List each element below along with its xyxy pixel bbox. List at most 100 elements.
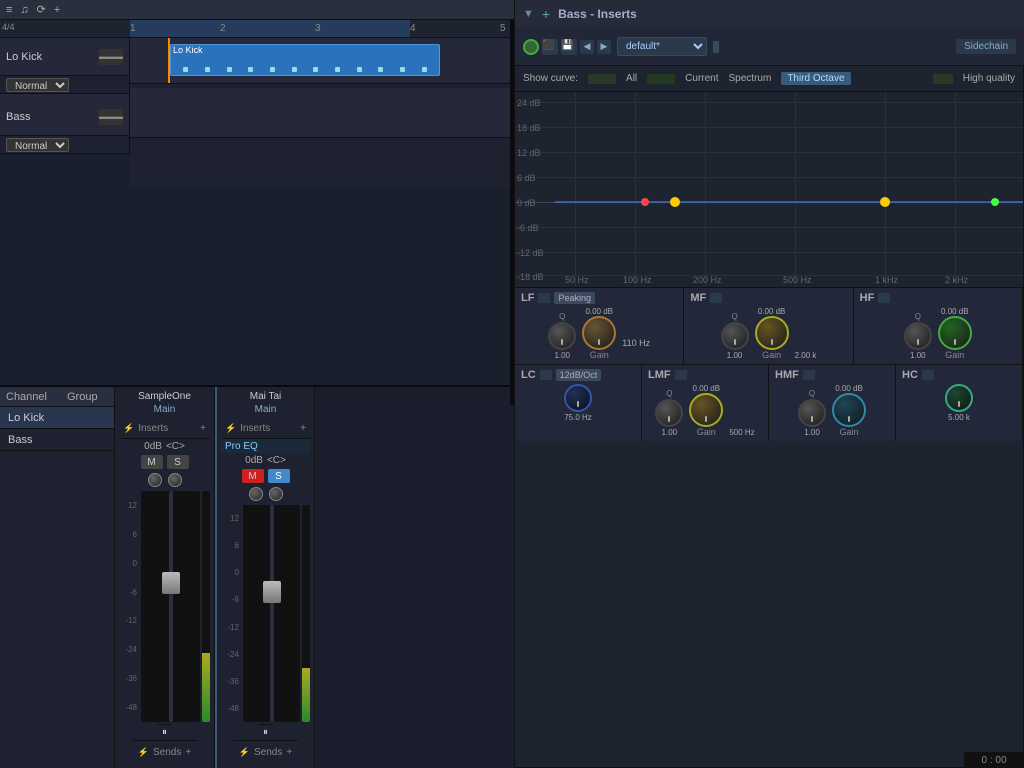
- track-lane-bass[interactable]: [130, 88, 510, 138]
- eq-node-lf[interactable]: [670, 197, 680, 207]
- toolbar-icon-3[interactable]: ⟳: [37, 3, 46, 16]
- channel-strip-maitai: Mai Tai Main ⚡ Inserts + Pro EQ 0dB <C>: [215, 387, 315, 768]
- power-icon-maitai[interactable]: ⚡: [225, 423, 236, 434]
- channel-item-lo-kick[interactable]: Lo Kick: [0, 407, 114, 429]
- lc-freq-knob[interactable]: [564, 384, 592, 412]
- toolbar-icon-1[interactable]: ≡: [6, 4, 12, 16]
- third-octave-btn[interactable]: Third Octave: [781, 72, 850, 85]
- spectrum-btn[interactable]: Spectrum: [729, 73, 772, 84]
- eq-band-lf: LF Peaking Q 1.00 0.00 dB Gain: [515, 288, 684, 364]
- lmf-q-knob[interactable]: [655, 399, 683, 427]
- mf-toggle[interactable]: [710, 293, 722, 303]
- save-icon[interactable]: 💾: [561, 39, 577, 55]
- maitai-knob-r[interactable]: [269, 487, 283, 501]
- power-icon-sends-sampleone[interactable]: ⚡: [138, 747, 149, 758]
- lf-q-knob[interactable]: [548, 322, 576, 350]
- all-toggle[interactable]: [588, 74, 616, 84]
- hmf-band-name: HMF: [775, 369, 799, 381]
- track-header-bass[interactable]: Bass ▬▬▬: [0, 98, 129, 136]
- lmf-toggle[interactable]: [675, 370, 687, 380]
- normal-dropdown-lo-kick[interactable]: Normal: [6, 78, 69, 92]
- lmf-q-value: 1.00: [662, 428, 678, 437]
- sampleone-mute-btn[interactable]: M: [141, 455, 163, 469]
- timeline-ruler[interactable]: 4/4 1 2 3 4 5: [0, 20, 510, 38]
- maitai-solo-btn[interactable]: S: [268, 469, 290, 483]
- maitai-fader-track[interactable]: [243, 505, 300, 722]
- hf-gain-knob[interactable]: [938, 316, 972, 350]
- maitai-fader-thumb[interactable]: [263, 581, 281, 603]
- maitai-knob-l[interactable]: [249, 487, 263, 501]
- hq-toggle[interactable]: [933, 74, 953, 84]
- arrow-down-icon[interactable]: ▼: [523, 8, 534, 20]
- lc-type-btn[interactable]: 12dB/Oct: [556, 369, 602, 381]
- channel-strip-sampleone: SampleOne Main ⚡ Inserts + 0dB <C> M S: [115, 387, 215, 768]
- add-insert-btn-maitai[interactable]: +: [300, 423, 306, 434]
- monitor-icon[interactable]: ⬛: [542, 39, 558, 55]
- sampleone-solo-btn[interactable]: S: [167, 455, 189, 469]
- eq-node-hf[interactable]: [991, 198, 999, 206]
- plus-icon[interactable]: +: [542, 6, 550, 22]
- current-btn[interactable]: Current: [685, 73, 718, 84]
- ruler-mark-1: 1: [130, 23, 136, 34]
- lmf-gain-knob[interactable]: [689, 393, 723, 427]
- dropdown-arrow[interactable]: [713, 41, 719, 53]
- lc-band-name: LC: [521, 369, 536, 381]
- add-insert-btn-sampleone[interactable]: +: [200, 423, 206, 434]
- hmf-toggle[interactable]: [803, 370, 815, 380]
- hmf-q-knob[interactable]: [798, 399, 826, 427]
- maitai-level-fill: [302, 668, 310, 722]
- current-toggle[interactable]: [647, 74, 675, 84]
- sampleone-transport-row: ⏸: [158, 724, 171, 740]
- toolbar-icon-2[interactable]: ♫: [20, 4, 28, 16]
- timeline-selection[interactable]: [130, 20, 410, 37]
- power-icon-sends-maitai[interactable]: ⚡: [239, 747, 250, 758]
- eq-node-mf[interactable]: [880, 197, 890, 207]
- maitai-play-btn[interactable]: ⏸: [263, 727, 268, 738]
- prev-preset-btn[interactable]: ◀: [580, 40, 594, 54]
- sampleone-knob-r[interactable]: [168, 473, 182, 487]
- lmf-q-indicator: [668, 416, 670, 422]
- maitai-fader-scale: 1260-6-12-24-36-48: [221, 505, 241, 722]
- hmf-gain-indicator: [848, 416, 850, 422]
- preset-dropdown[interactable]: default*: [617, 37, 707, 56]
- toolbar-icon-4[interactable]: +: [54, 4, 60, 16]
- power-icon-sampleone[interactable]: ⚡: [123, 423, 134, 434]
- track-header-lo-kick[interactable]: Lo Kick ▬▬▬: [0, 38, 129, 76]
- sidechain-btn[interactable]: Sidechain: [956, 39, 1016, 54]
- hf-toggle[interactable]: [878, 293, 890, 303]
- lf-type-btn[interactable]: Peaking: [554, 292, 595, 304]
- lf-gain-knob[interactable]: [582, 316, 616, 350]
- high-quality-btn[interactable]: High quality: [963, 73, 1015, 84]
- show-curve-label: Show curve:: [523, 73, 578, 84]
- add-send-btn-maitai[interactable]: +: [286, 747, 292, 758]
- mf-gain-value: 0.00 dB: [758, 307, 786, 316]
- bypass-power-btn[interactable]: [523, 39, 539, 55]
- lc-toggle[interactable]: [540, 370, 552, 380]
- eq-curve-display[interactable]: 24 dB 18 dB 12 dB 6 dB 0 dB -6 dB -12 dB…: [515, 92, 1023, 287]
- sampleone-fader-thumb[interactable]: [162, 572, 180, 594]
- eq-node-red[interactable]: [641, 198, 649, 206]
- hf-q-knob[interactable]: [904, 322, 932, 350]
- track-controls-bass: Normal: [0, 136, 129, 154]
- maitai-pro-eq-insert[interactable]: Pro EQ: [221, 439, 310, 453]
- add-send-btn-sampleone[interactable]: +: [185, 747, 191, 758]
- sampleone-knob-l[interactable]: [148, 473, 162, 487]
- mf-gain-knob[interactable]: [755, 316, 789, 350]
- normal-dropdown-bass[interactable]: Normal: [6, 138, 69, 152]
- channel-item-bass[interactable]: Bass: [0, 429, 114, 451]
- clip-dot: [335, 67, 340, 72]
- hmf-gain-knob[interactable]: [832, 393, 866, 427]
- hc-toggle[interactable]: [922, 370, 934, 380]
- lf-toggle[interactable]: [538, 293, 550, 303]
- sampleone-play-btn[interactable]: ⏸: [162, 727, 167, 738]
- arrangement-area[interactable]: Lo Kick: [130, 38, 510, 188]
- all-btn[interactable]: All: [626, 73, 637, 84]
- hc-freq-knob[interactable]: [945, 384, 973, 412]
- maitai-inserts-row: ⚡ Inserts +: [221, 419, 310, 439]
- sampleone-fader-track[interactable]: [141, 491, 200, 722]
- track-lane-lo-kick[interactable]: Lo Kick: [130, 38, 510, 84]
- maitai-mute-btn[interactable]: M: [242, 469, 264, 483]
- mf-q-knob[interactable]: [721, 322, 749, 350]
- clip-lo-kick[interactable]: Lo Kick: [170, 44, 440, 76]
- next-preset-btn[interactable]: ▶: [597, 40, 611, 54]
